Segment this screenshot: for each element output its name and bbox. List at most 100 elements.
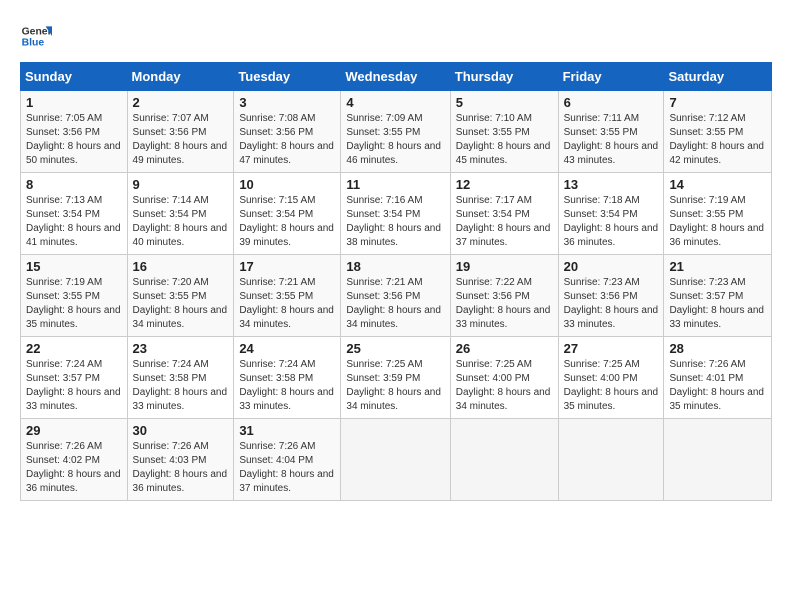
day-number: 1 <box>26 95 122 110</box>
day-cell: 6 Sunrise: 7:11 AM Sunset: 3:55 PM Dayli… <box>558 91 664 173</box>
day-number: 22 <box>26 341 122 356</box>
page-header: General Blue <box>20 20 772 52</box>
day-cell: 13 Sunrise: 7:18 AM Sunset: 3:54 PM Dayl… <box>558 173 664 255</box>
day-number: 2 <box>133 95 229 110</box>
day-info: Sunrise: 7:26 AM Sunset: 4:03 PM Dayligh… <box>133 440 229 496</box>
day-info: Sunrise: 7:15 AM Sunset: 3:54 PM Dayligh… <box>239 194 335 250</box>
header-cell-wednesday: Wednesday <box>341 63 450 91</box>
day-number: 3 <box>239 95 335 110</box>
week-row-5: 29 Sunrise: 7:26 AM Sunset: 4:02 PM Dayl… <box>21 419 772 501</box>
day-number: 17 <box>239 259 335 274</box>
day-number: 19 <box>456 259 553 274</box>
calendar-header-row: SundayMondayTuesdayWednesdayThursdayFrid… <box>21 63 772 91</box>
day-number: 15 <box>26 259 122 274</box>
header-cell-tuesday: Tuesday <box>234 63 341 91</box>
day-cell: 27 Sunrise: 7:25 AM Sunset: 4:00 PM Dayl… <box>558 337 664 419</box>
logo: General Blue <box>20 20 52 52</box>
day-cell: 31 Sunrise: 7:26 AM Sunset: 4:04 PM Dayl… <box>234 419 341 501</box>
day-number: 28 <box>669 341 766 356</box>
day-info: Sunrise: 7:22 AM Sunset: 3:56 PM Dayligh… <box>456 276 553 332</box>
day-number: 16 <box>133 259 229 274</box>
day-cell: 19 Sunrise: 7:22 AM Sunset: 3:56 PM Dayl… <box>450 255 558 337</box>
day-number: 14 <box>669 177 766 192</box>
day-info: Sunrise: 7:26 AM Sunset: 4:04 PM Dayligh… <box>239 440 335 496</box>
day-info: Sunrise: 7:24 AM Sunset: 3:58 PM Dayligh… <box>239 358 335 414</box>
day-info: Sunrise: 7:13 AM Sunset: 3:54 PM Dayligh… <box>26 194 122 250</box>
day-cell: 3 Sunrise: 7:08 AM Sunset: 3:56 PM Dayli… <box>234 91 341 173</box>
week-row-3: 15 Sunrise: 7:19 AM Sunset: 3:55 PM Dayl… <box>21 255 772 337</box>
week-row-4: 22 Sunrise: 7:24 AM Sunset: 3:57 PM Dayl… <box>21 337 772 419</box>
day-cell: 11 Sunrise: 7:16 AM Sunset: 3:54 PM Dayl… <box>341 173 450 255</box>
day-cell: 9 Sunrise: 7:14 AM Sunset: 3:54 PM Dayli… <box>127 173 234 255</box>
day-info: Sunrise: 7:26 AM Sunset: 4:01 PM Dayligh… <box>669 358 766 414</box>
day-info: Sunrise: 7:26 AM Sunset: 4:02 PM Dayligh… <box>26 440 122 496</box>
day-info: Sunrise: 7:24 AM Sunset: 3:58 PM Dayligh… <box>133 358 229 414</box>
day-info: Sunrise: 7:24 AM Sunset: 3:57 PM Dayligh… <box>26 358 122 414</box>
day-info: Sunrise: 7:25 AM Sunset: 3:59 PM Dayligh… <box>346 358 444 414</box>
header-cell-monday: Monday <box>127 63 234 91</box>
calendar-table: SundayMondayTuesdayWednesdayThursdayFrid… <box>20 62 772 501</box>
day-number: 21 <box>669 259 766 274</box>
day-number: 20 <box>564 259 659 274</box>
day-cell: 17 Sunrise: 7:21 AM Sunset: 3:55 PM Dayl… <box>234 255 341 337</box>
day-cell: 25 Sunrise: 7:25 AM Sunset: 3:59 PM Dayl… <box>341 337 450 419</box>
day-number: 27 <box>564 341 659 356</box>
header-cell-thursday: Thursday <box>450 63 558 91</box>
day-cell: 21 Sunrise: 7:23 AM Sunset: 3:57 PM Dayl… <box>664 255 772 337</box>
day-cell <box>664 419 772 501</box>
day-info: Sunrise: 7:21 AM Sunset: 3:55 PM Dayligh… <box>239 276 335 332</box>
day-cell: 29 Sunrise: 7:26 AM Sunset: 4:02 PM Dayl… <box>21 419 128 501</box>
day-cell: 2 Sunrise: 7:07 AM Sunset: 3:56 PM Dayli… <box>127 91 234 173</box>
day-number: 11 <box>346 177 444 192</box>
logo-icon: General Blue <box>20 20 52 52</box>
day-cell: 7 Sunrise: 7:12 AM Sunset: 3:55 PM Dayli… <box>664 91 772 173</box>
day-number: 6 <box>564 95 659 110</box>
day-cell <box>341 419 450 501</box>
day-cell: 5 Sunrise: 7:10 AM Sunset: 3:55 PM Dayli… <box>450 91 558 173</box>
day-number: 18 <box>346 259 444 274</box>
day-cell: 23 Sunrise: 7:24 AM Sunset: 3:58 PM Dayl… <box>127 337 234 419</box>
day-number: 4 <box>346 95 444 110</box>
day-info: Sunrise: 7:23 AM Sunset: 3:57 PM Dayligh… <box>669 276 766 332</box>
day-info: Sunrise: 7:19 AM Sunset: 3:55 PM Dayligh… <box>669 194 766 250</box>
day-number: 13 <box>564 177 659 192</box>
day-cell: 10 Sunrise: 7:15 AM Sunset: 3:54 PM Dayl… <box>234 173 341 255</box>
day-info: Sunrise: 7:18 AM Sunset: 3:54 PM Dayligh… <box>564 194 659 250</box>
day-info: Sunrise: 7:25 AM Sunset: 4:00 PM Dayligh… <box>564 358 659 414</box>
day-info: Sunrise: 7:17 AM Sunset: 3:54 PM Dayligh… <box>456 194 553 250</box>
day-number: 10 <box>239 177 335 192</box>
svg-text:Blue: Blue <box>22 38 45 49</box>
day-cell: 24 Sunrise: 7:24 AM Sunset: 3:58 PM Dayl… <box>234 337 341 419</box>
day-number: 29 <box>26 423 122 438</box>
day-info: Sunrise: 7:12 AM Sunset: 3:55 PM Dayligh… <box>669 112 766 168</box>
day-info: Sunrise: 7:19 AM Sunset: 3:55 PM Dayligh… <box>26 276 122 332</box>
week-row-1: 1 Sunrise: 7:05 AM Sunset: 3:56 PM Dayli… <box>21 91 772 173</box>
day-number: 24 <box>239 341 335 356</box>
day-number: 8 <box>26 177 122 192</box>
day-cell: 30 Sunrise: 7:26 AM Sunset: 4:03 PM Dayl… <box>127 419 234 501</box>
day-cell: 1 Sunrise: 7:05 AM Sunset: 3:56 PM Dayli… <box>21 91 128 173</box>
day-number: 30 <box>133 423 229 438</box>
day-number: 25 <box>346 341 444 356</box>
day-cell: 18 Sunrise: 7:21 AM Sunset: 3:56 PM Dayl… <box>341 255 450 337</box>
header-cell-saturday: Saturday <box>664 63 772 91</box>
day-number: 31 <box>239 423 335 438</box>
day-info: Sunrise: 7:09 AM Sunset: 3:55 PM Dayligh… <box>346 112 444 168</box>
day-info: Sunrise: 7:20 AM Sunset: 3:55 PM Dayligh… <box>133 276 229 332</box>
day-number: 26 <box>456 341 553 356</box>
header-cell-sunday: Sunday <box>21 63 128 91</box>
day-info: Sunrise: 7:21 AM Sunset: 3:56 PM Dayligh… <box>346 276 444 332</box>
day-info: Sunrise: 7:11 AM Sunset: 3:55 PM Dayligh… <box>564 112 659 168</box>
day-cell: 26 Sunrise: 7:25 AM Sunset: 4:00 PM Dayl… <box>450 337 558 419</box>
day-cell: 4 Sunrise: 7:09 AM Sunset: 3:55 PM Dayli… <box>341 91 450 173</box>
day-info: Sunrise: 7:10 AM Sunset: 3:55 PM Dayligh… <box>456 112 553 168</box>
day-cell: 15 Sunrise: 7:19 AM Sunset: 3:55 PM Dayl… <box>21 255 128 337</box>
day-cell: 16 Sunrise: 7:20 AM Sunset: 3:55 PM Dayl… <box>127 255 234 337</box>
day-info: Sunrise: 7:16 AM Sunset: 3:54 PM Dayligh… <box>346 194 444 250</box>
day-info: Sunrise: 7:14 AM Sunset: 3:54 PM Dayligh… <box>133 194 229 250</box>
day-cell: 8 Sunrise: 7:13 AM Sunset: 3:54 PM Dayli… <box>21 173 128 255</box>
day-info: Sunrise: 7:08 AM Sunset: 3:56 PM Dayligh… <box>239 112 335 168</box>
day-number: 7 <box>669 95 766 110</box>
day-number: 23 <box>133 341 229 356</box>
day-number: 12 <box>456 177 553 192</box>
